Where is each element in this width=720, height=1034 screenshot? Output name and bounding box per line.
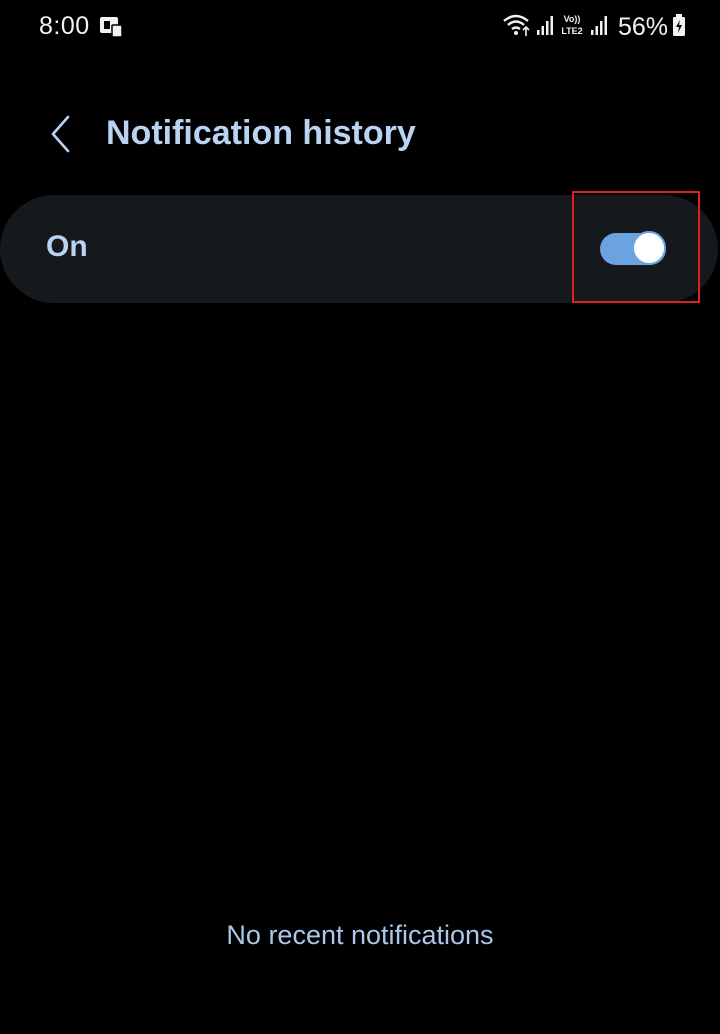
empty-state-message: No recent notifications — [226, 920, 494, 950]
status-icons: Vo)) LTE2 56% — [502, 11, 686, 43]
volte-icon: Vo)) LTE2 — [558, 12, 586, 43]
signal-icon — [536, 13, 554, 42]
toggle-knob — [632, 231, 666, 265]
signal-icon — [590, 13, 608, 42]
battery-charging-icon — [672, 13, 686, 42]
wifi-icon — [502, 12, 532, 43]
chevron-left-icon — [48, 114, 72, 159]
page-title: Notification history — [106, 114, 416, 152]
status-bar: 8:00 Vo)) LTE2 56% — [0, 0, 720, 54]
status-time: 8:00 — [39, 12, 90, 40]
app-header: Notification history — [0, 100, 720, 172]
back-button[interactable] — [34, 108, 86, 164]
battery-percentage: 56% — [617, 12, 668, 41]
notification-history-toggle[interactable] — [600, 231, 670, 267]
svg-text:Vo)): Vo)) — [564, 14, 581, 24]
svg-text:LTE2: LTE2 — [561, 26, 582, 36]
toggle-label: On — [46, 230, 88, 263]
app-notification-icon — [98, 15, 124, 39]
